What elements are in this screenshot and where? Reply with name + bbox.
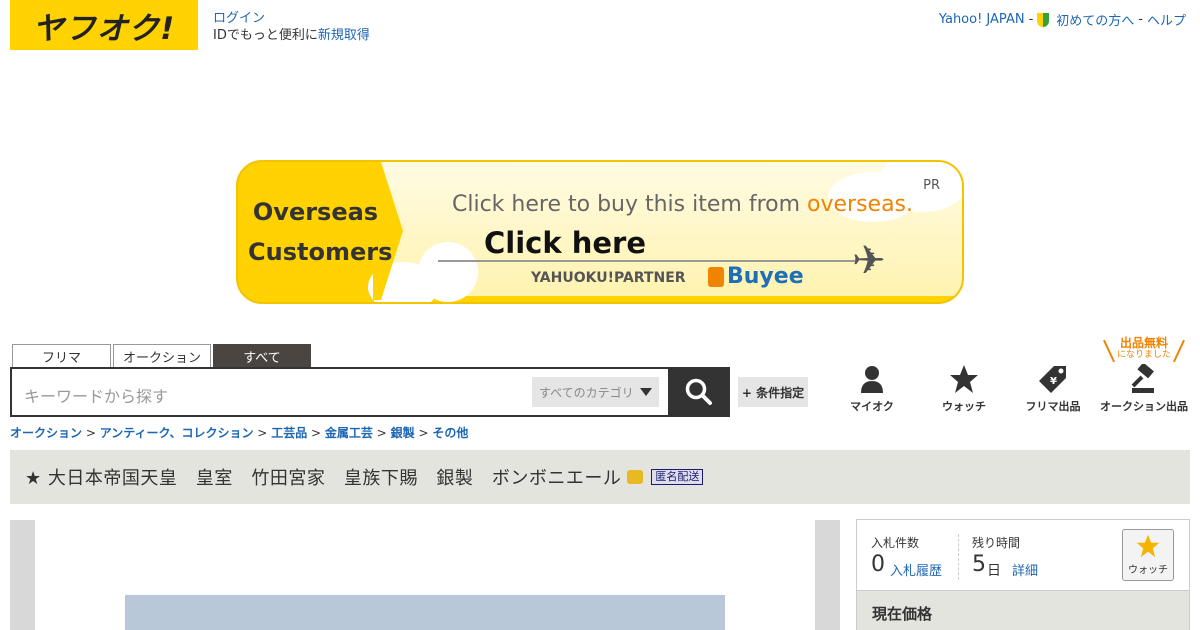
airplane-icon: ✈ — [852, 238, 886, 284]
shortcut-my-auction[interactable]: マイオク — [827, 364, 917, 414]
breadcrumb-item[interactable]: 金属工芸 — [325, 426, 373, 440]
advanced-search-button[interactable]: + 条件指定 — [738, 377, 808, 407]
banner-left-text: Overseas Customers — [248, 198, 393, 266]
shortcut-label: オークション出品 — [1100, 400, 1188, 413]
time-left-unit: 日 — [987, 563, 1001, 579]
price-tag-icon: ¥ — [1039, 366, 1066, 393]
shortcut-label: ウォッチ — [942, 400, 986, 413]
item-photo[interactable] — [125, 595, 725, 630]
divider — [958, 534, 959, 580]
item-title-bar: ★ 大日本帝国天皇 皇室 竹田宮家 皇族下賜 銀製 ボンボニエール 匿名配送 — [10, 450, 1190, 504]
overseas-banner[interactable]: Overseas Customers PR Click here to buy … — [236, 160, 964, 304]
banner-headline: Click here to buy this item from oversea… — [452, 192, 914, 217]
breadcrumb-item[interactable]: 工芸品 — [271, 426, 307, 440]
flight-line — [438, 260, 858, 262]
breadcrumb-item[interactable]: 銀製 — [391, 426, 415, 440]
star-icon — [1136, 534, 1160, 558]
beginner-mark-icon — [1037, 12, 1050, 27]
login-link[interactable]: ログイン — [213, 11, 265, 26]
star-icon — [950, 365, 978, 393]
breadcrumb-item[interactable]: アンティーク、コレクション — [100, 426, 254, 440]
breadcrumb-item[interactable]: オークション — [10, 426, 82, 440]
help-link[interactable]: ヘルプ — [1147, 10, 1186, 29]
search-tabs: フリマ オークション すべて — [12, 344, 311, 368]
buyee-bag-icon — [708, 267, 724, 287]
beginners-link[interactable]: 初めての方へ — [1056, 10, 1134, 29]
site-logo[interactable]: ヤフオク! — [10, 0, 198, 50]
svg-text:¥: ¥ — [1050, 376, 1057, 387]
breadcrumb-item[interactable]: その他 — [432, 426, 468, 440]
search-button[interactable] — [668, 367, 730, 417]
item-image-viewer — [10, 520, 840, 630]
item-title: ★ 大日本帝国天皇 皇室 竹田宮家 皇族下賜 銀製 ボンボニエール — [25, 468, 622, 489]
partner-label: YAHUOKU!PARTNER — [531, 270, 686, 286]
time-left-value: 5 — [972, 552, 986, 577]
search-input[interactable]: キーワードから探す — [24, 383, 168, 407]
tab-all[interactable]: すべて — [213, 344, 311, 368]
tab-auction[interactable]: オークション — [113, 344, 211, 368]
login-sub-text: IDでもっと便利に — [213, 28, 318, 43]
top-nav: Yahoo! JAPAN - 初めての方へ - ヘルプ — [939, 10, 1186, 29]
shortcut-label: フリマ出品 — [1025, 400, 1081, 413]
pr-label: PR — [923, 178, 940, 193]
prev-image-button[interactable] — [10, 520, 35, 630]
nav-separator: - — [1138, 12, 1143, 27]
cloud-shape — [418, 242, 478, 302]
banner-cta[interactable]: Click here — [484, 226, 646, 260]
time-detail-link[interactable]: 詳細 — [1012, 560, 1038, 579]
watch-button-label: ウォッチ — [1128, 565, 1168, 576]
yahoo-japan-link[interactable]: Yahoo! JAPAN — [939, 12, 1025, 27]
person-icon — [861, 366, 883, 393]
category-select-label: すべてのカテゴリ — [539, 385, 634, 400]
nav-separator: - — [1028, 12, 1034, 27]
search-box: キーワードから探す すべてのカテゴリ — [10, 367, 730, 417]
shortcut-watch[interactable]: ウォッチ — [919, 364, 1009, 414]
anonymous-shipping-badge: 匿名配送 — [651, 469, 704, 485]
current-price-label: 現在価格 — [872, 605, 933, 623]
register-link[interactable]: 新規取得 — [318, 28, 370, 43]
gavel-icon — [1131, 364, 1154, 393]
shortcut-auction-listing[interactable]: オークション出品 — [1099, 364, 1189, 414]
dropdown-arrow-icon — [639, 388, 652, 396]
next-image-button[interactable] — [815, 520, 840, 630]
search-icon — [685, 378, 712, 405]
time-left-label: 残り時間 — [972, 536, 1021, 550]
shipping-icon — [627, 470, 644, 484]
watch-button[interactable]: ウォッチ — [1122, 529, 1174, 581]
logo-text: ヤフオク! — [32, 10, 176, 47]
tab-flea-market[interactable]: フリマ — [12, 344, 111, 368]
shortcut-label: マイオク — [850, 400, 894, 413]
bid-info-panel: 入札件数 0 入札履歴 残り時間 5 日 詳細 ウォッチ — [856, 519, 1190, 591]
buyee-logo: Buyee — [708, 264, 804, 289]
login-area: ログイン IDでもっと便利に新規取得 — [213, 10, 370, 44]
bids-value: 0 — [871, 552, 885, 577]
breadcrumb: オークション > アンティーク、コレクション > 工芸品 > 金属工芸 > 銀製… — [10, 426, 469, 440]
bid-history-link[interactable]: 入札履歴 — [890, 560, 942, 579]
bids-label: 入札件数 — [871, 536, 920, 550]
category-select[interactable]: すべてのカテゴリ — [532, 377, 659, 407]
shortcut-flea-listing[interactable]: ¥ フリマ出品 — [1008, 364, 1098, 414]
free-listing-badge: 出品無料 になりました — [1106, 337, 1182, 361]
current-price-header: 現在価格 — [856, 591, 1190, 630]
